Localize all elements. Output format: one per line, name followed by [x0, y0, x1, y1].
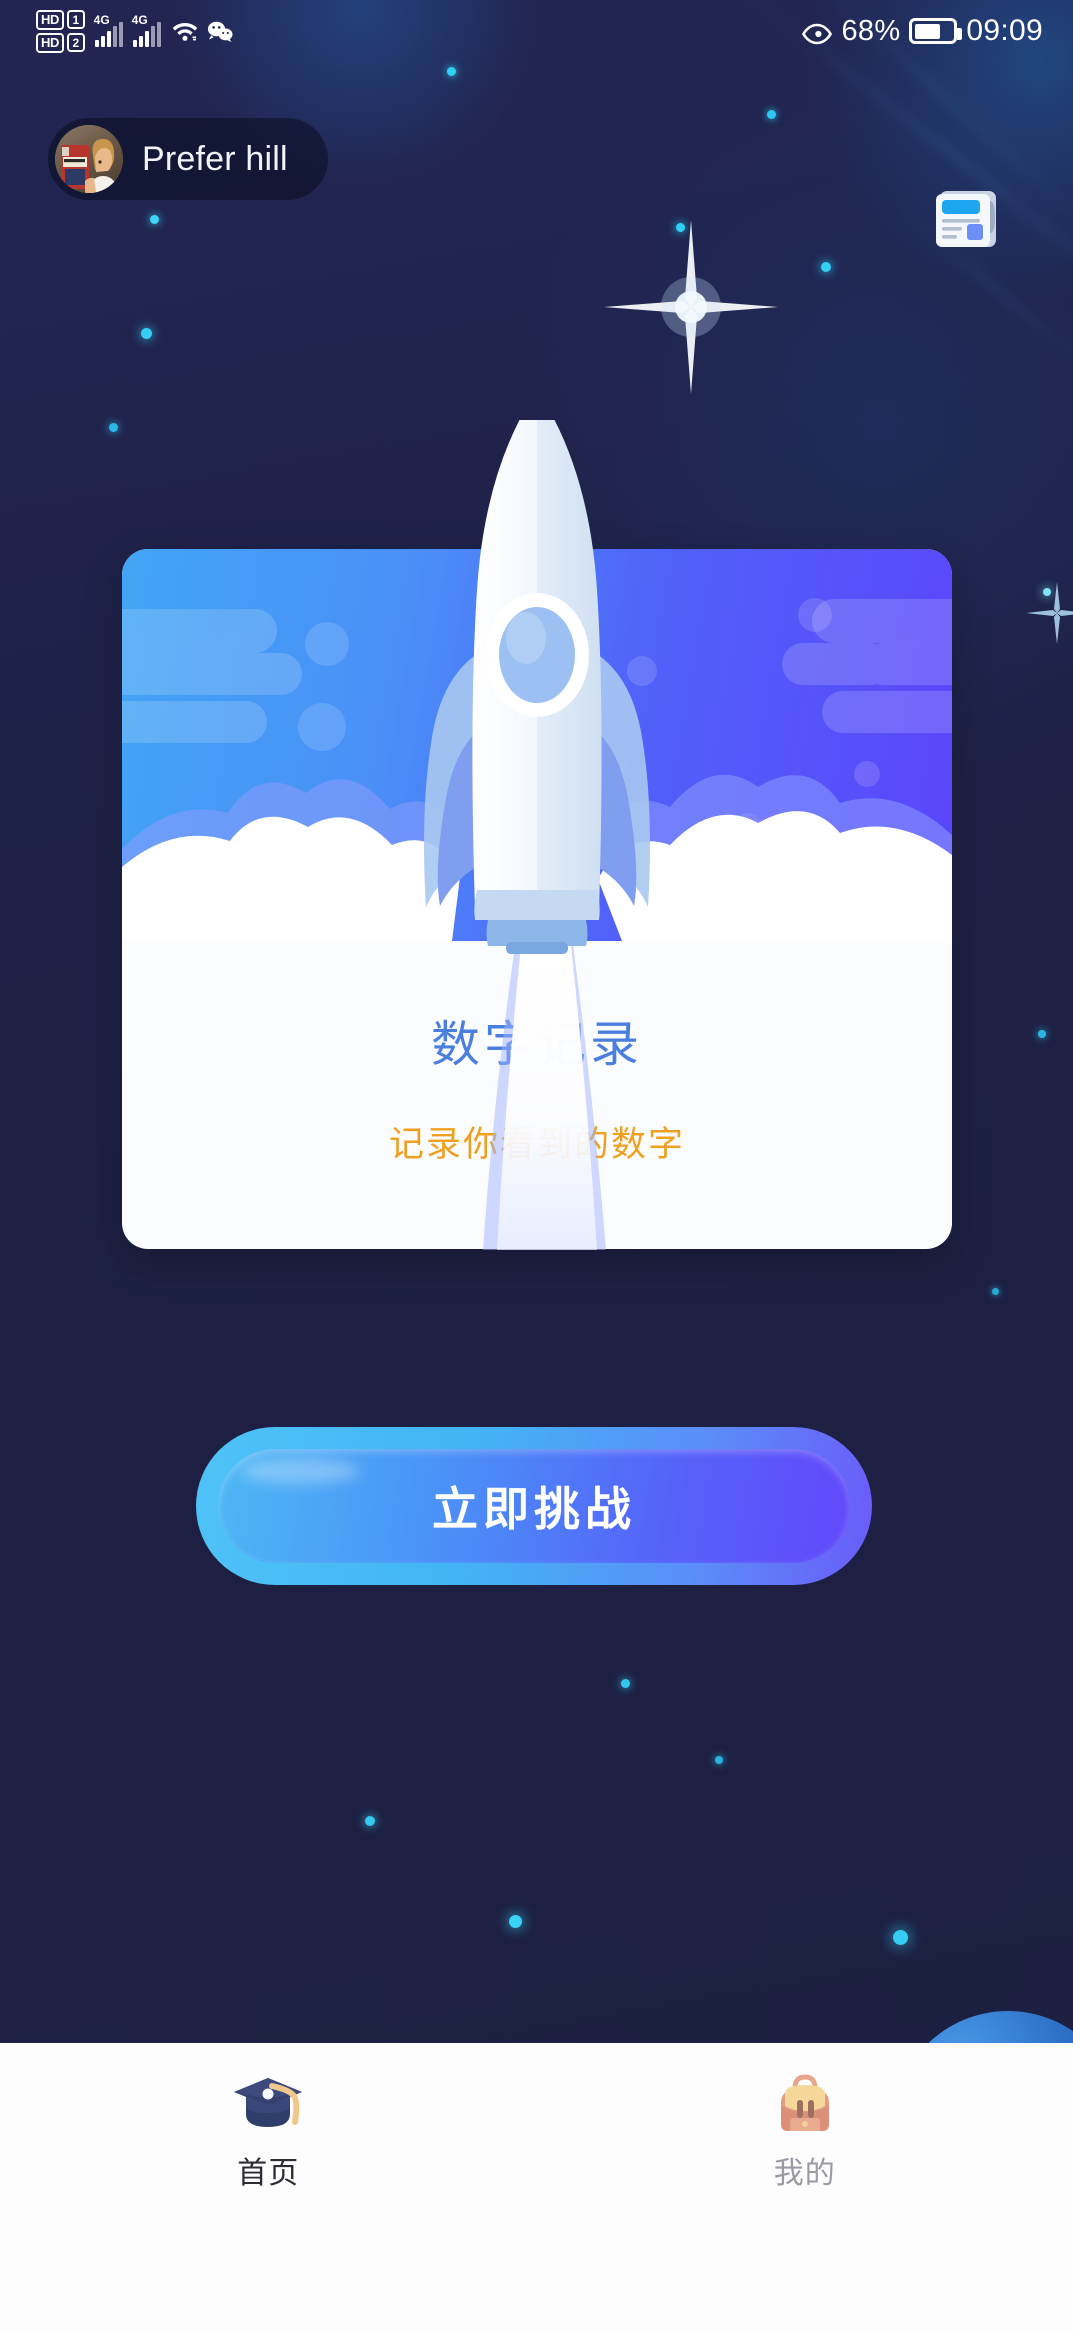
eye-comfort-icon: [802, 20, 833, 45]
sparkle-star-icon: [1022, 578, 1073, 653]
nav-item-home[interactable]: 首页: [0, 2043, 537, 2223]
card-illustration: [122, 549, 952, 941]
star-dot: [447, 67, 456, 76]
graduation-cap-icon: [230, 2070, 306, 2136]
star-dot: [992, 1288, 999, 1295]
star-dot: [821, 262, 831, 272]
star-dot: [150, 215, 159, 224]
star-dot: [893, 1930, 908, 1945]
star-dot: [1038, 1030, 1046, 1038]
user-profile-chip[interactable]: Prefer hill: [48, 118, 328, 200]
bottom-navigation-bar: 首页 我的: [0, 2043, 1073, 2333]
star-dot: [715, 1756, 723, 1764]
card-subtitle: 记录你看到的数字: [388, 1125, 685, 1164]
user-avatar[interactable]: [55, 125, 123, 193]
feature-card[interactable]: 数字记录 记录你看到的数字: [122, 549, 952, 1249]
nav-label-mine: 我的: [773, 2157, 836, 2190]
status-bar-right: 68% 09:09: [802, 14, 1073, 48]
hd-dual-sim-icon: HD 1 HD 2: [36, 9, 85, 53]
nav-row: 首页 我的: [0, 2043, 1073, 2223]
hd-label-2: HD: [36, 32, 64, 53]
nav-label-home: 首页: [237, 2157, 300, 2190]
star-dot: [676, 223, 685, 232]
news-icon[interactable]: [932, 185, 1002, 255]
sim-index-1: 1: [66, 10, 85, 29]
star-dot: [509, 1915, 522, 1928]
hd-label-1: HD: [36, 9, 64, 30]
star-dot: [365, 1816, 375, 1826]
network-type-2: 4G: [131, 13, 148, 27]
network-type-1: 4G: [93, 13, 110, 27]
clock-label: 09:09: [966, 14, 1043, 47]
challenge-button-inner: 立即挑战: [218, 1449, 850, 1563]
wechat-icon: [207, 20, 233, 42]
battery-icon: [909, 18, 963, 44]
star-dot: [767, 110, 776, 119]
status-bar-left: HD 1 HD 2 4G 4G: [0, 9, 233, 53]
battery-percent-label: 68%: [841, 14, 901, 47]
user-name-label: Prefer hill: [142, 139, 288, 178]
challenge-now-button[interactable]: 立即挑战: [196, 1427, 872, 1585]
sparkle-star-icon: [596, 212, 786, 407]
card-title: 数字记录: [430, 1018, 643, 1072]
backpack-icon: [767, 2070, 843, 2136]
star-dot: [1043, 588, 1051, 596]
signal-4g-icon: 4G: [131, 13, 161, 47]
star-dot: [141, 328, 152, 339]
avatar-photo: [61, 138, 119, 193]
wifi-icon: [172, 20, 198, 42]
card-text-block: 数字记录 记录你看到的数字: [122, 941, 952, 1249]
status-bar: HD 1 HD 2 4G 4G 68% 09:09: [0, 0, 1073, 62]
sim-index-2: 2: [66, 33, 85, 52]
signal-4g-icon: 4G: [93, 13, 123, 47]
star-dot: [621, 1679, 630, 1688]
challenge-button-label: 立即挑战: [432, 1483, 636, 1535]
star-dot: [109, 423, 118, 432]
app-screen: HD 1 HD 2 4G 4G 68% 09:09 Prefer hill 数字…: [0, 0, 1073, 2333]
nav-item-mine[interactable]: 我的: [537, 2043, 1073, 2223]
